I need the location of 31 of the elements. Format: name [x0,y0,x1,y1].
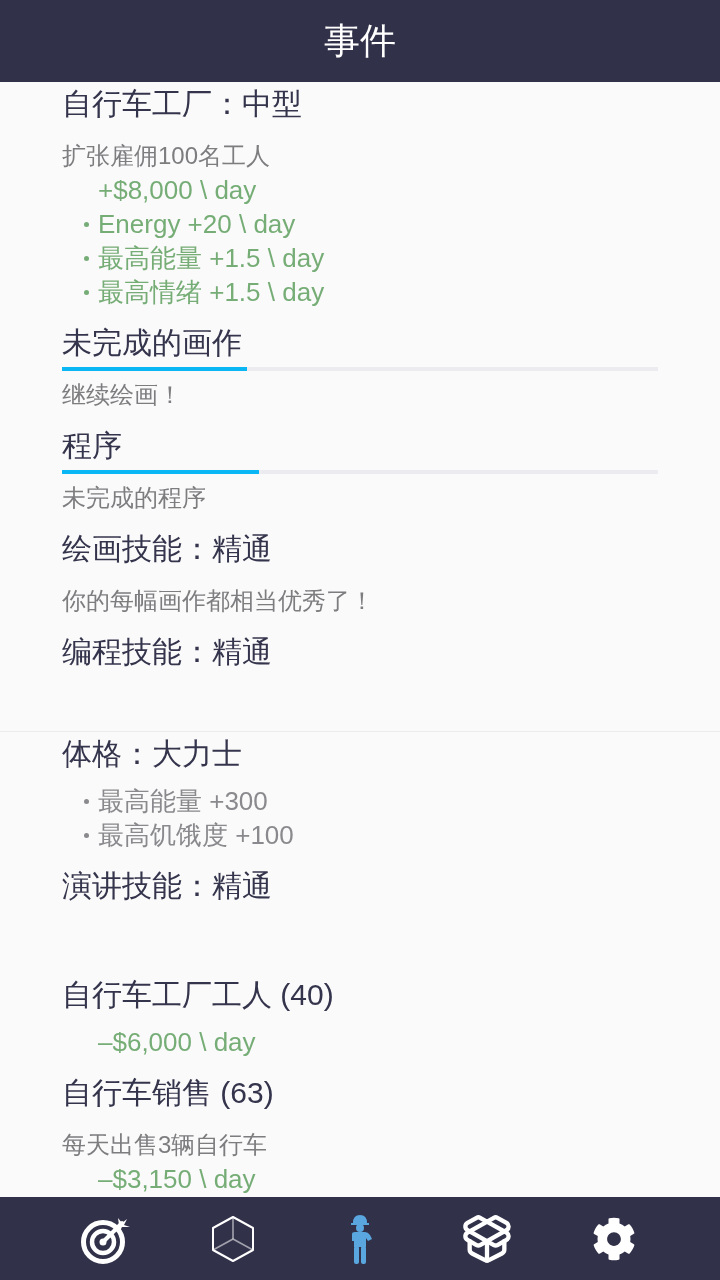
effect-text: +$8,000 \ day [98,174,257,207]
event-title: 演讲技能：精通 [62,868,272,904]
bullet-icon [84,289,89,295]
bullet-icon [84,798,89,804]
event-title: 自行车工厂工人 (40) [62,977,334,1013]
effect-text: Energy +20 \ day [98,208,296,241]
bullet-icon [84,832,89,838]
bullet-icon [84,221,89,227]
effect-text: –$6,000 \ day [98,1026,256,1059]
cube-icon [210,1214,255,1263]
effect-text: –$3,150 \ day [98,1163,256,1196]
effect-text: 最高情绪 +1.5 \ day [98,276,325,309]
event-title: 程序 [62,428,122,464]
event-title: 编程技能：精通 [62,634,272,670]
event-title: 自行车销售 (63) [62,1075,274,1111]
effect-text: 最高能量 +300 [98,785,268,818]
event-description: 扩张雇佣100名工人 [62,141,271,171]
event-title: 未完成的画作 [62,325,242,361]
settings-icon [592,1216,637,1261]
event-description: 未完成的程序 [62,483,206,513]
event-description: 你的每幅画作都相当优秀了！ [62,586,374,616]
effect-text: 最高能量 +1.5 \ day [98,242,325,275]
page-title: 事件 [324,19,396,63]
event-title: 自行车工厂：中型 [62,86,302,122]
event-title: 体格：大力士 [62,736,242,772]
open-box-icon [461,1212,514,1265]
bullet-icon [84,255,89,261]
event-description: 继续绘画！ [62,380,182,410]
event-description: 每天出售3辆自行车 [62,1130,268,1160]
event-title: 绘画技能：精通 [62,531,272,567]
effect-text: 最高饥饿度 +100 [98,819,294,852]
